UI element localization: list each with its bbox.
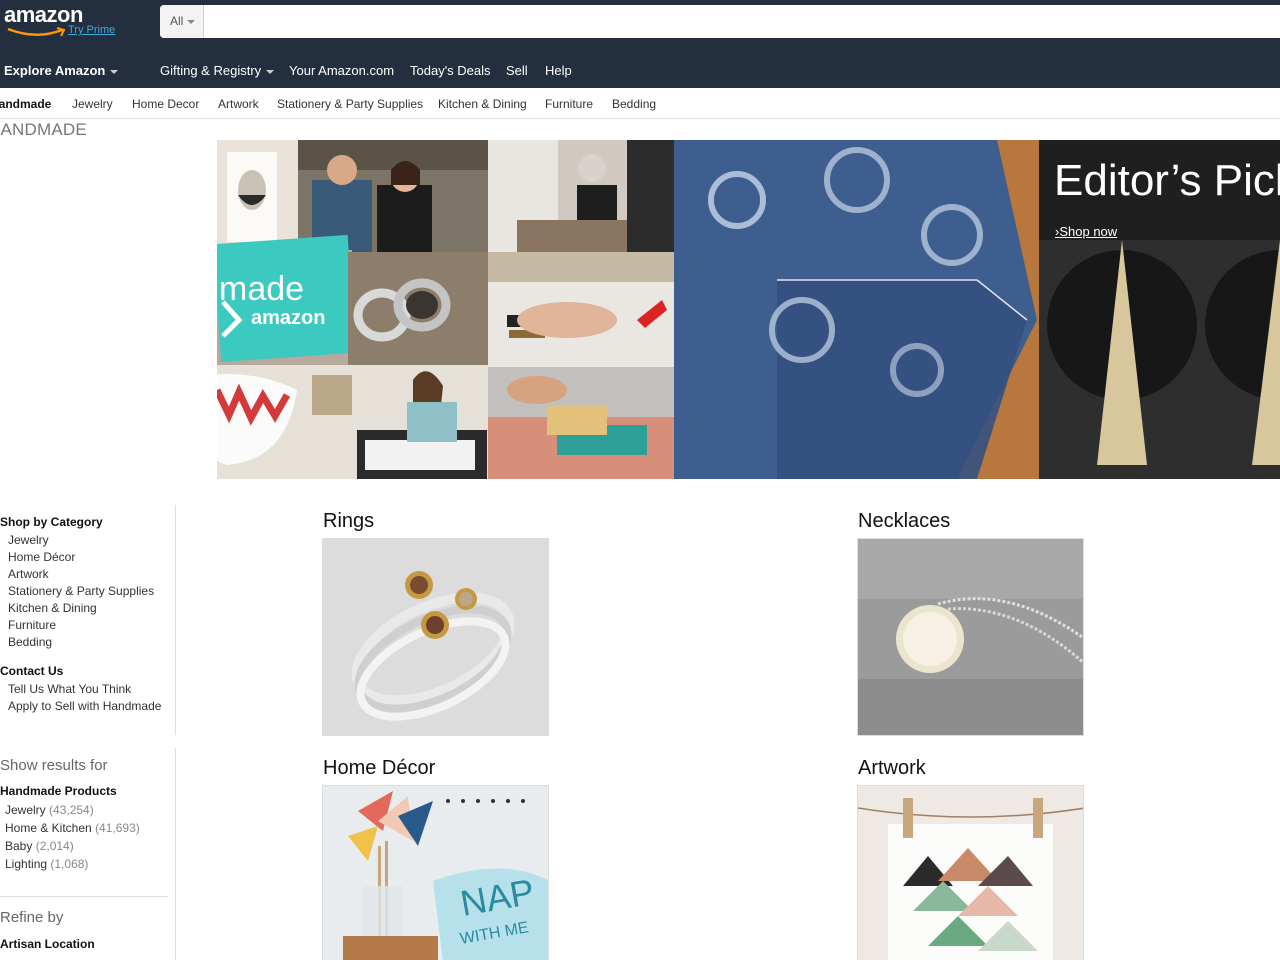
- necklace-photo: [858, 539, 1083, 735]
- category-image-home-decor[interactable]: NAP WITH ME: [322, 785, 549, 960]
- svg-text:amazon: amazon: [251, 307, 325, 329]
- chevron-down-icon: [187, 19, 196, 24]
- subnav-kitchen-dining[interactable]: Kitchen & Dining: [438, 97, 527, 111]
- amazon-logo[interactable]: amazon Try Prime: [4, 2, 124, 38]
- search-category-dropdown[interactable]: All: [160, 5, 204, 38]
- sidebar-item-stationery[interactable]: Stationery & Party Supplies: [8, 584, 154, 598]
- nav-gifting-registry[interactable]: Gifting & Registry: [160, 63, 275, 78]
- category-subnav: Handmade Jewelry Home Decor Artwork Stat…: [0, 88, 1280, 119]
- sidebar-item-home-decor[interactable]: Home Décor: [8, 550, 75, 564]
- search-bar: All: [160, 5, 1280, 38]
- explore-amazon-label: Explore Amazon: [4, 63, 106, 78]
- result-count: (1,068): [50, 857, 89, 871]
- sidebar-item-kitchen-dining[interactable]: Kitchen & Dining: [8, 601, 97, 615]
- chevron-down-icon: [110, 69, 119, 74]
- result-label: Jewelry: [5, 803, 46, 817]
- category-image-necklaces[interactable]: [857, 538, 1084, 736]
- sidebar-categories-box: Shop by Category Jewelry Home Décor Artw…: [0, 505, 176, 735]
- hero-banner[interactable]: made amazon Editor’s Pick ›Shop now: [217, 140, 1280, 479]
- result-home-kitchen[interactable]: Home & Kitchen (41,693): [5, 821, 140, 835]
- subnav-stationery[interactable]: Stationery & Party Supplies: [277, 97, 423, 111]
- subnav-handmade[interactable]: Handmade: [0, 97, 51, 111]
- nav-your-amazon[interactable]: Your Amazon.com: [289, 63, 394, 78]
- svg-text:made: made: [219, 270, 304, 308]
- result-count: (41,693): [95, 821, 140, 835]
- result-label: Lighting: [5, 857, 48, 871]
- sidebar-item-artwork[interactable]: Artwork: [8, 567, 49, 581]
- handmade-products-heading[interactable]: Handmade Products: [0, 784, 117, 798]
- editors-pick-title: Editor’s Pick: [1054, 156, 1280, 205]
- search-input[interactable]: [206, 5, 1276, 38]
- subnav-home-decor[interactable]: Home Decor: [132, 97, 199, 111]
- category-image-rings[interactable]: [322, 538, 549, 736]
- tell-us-link[interactable]: Tell Us What You Think: [8, 682, 131, 696]
- top-header: amazon Try Prime All Explore Amazon Gift…: [0, 0, 1280, 88]
- result-jewelry[interactable]: Jewelry (43,254): [5, 803, 94, 817]
- page-title: HANDMADE: [0, 120, 87, 139]
- nav-gifting-label: Gifting & Registry: [160, 63, 262, 78]
- nav-help[interactable]: Help: [545, 63, 572, 78]
- home-decor-photo: NAP WITH ME: [323, 786, 548, 960]
- sidebar-item-furniture[interactable]: Furniture: [8, 618, 56, 632]
- shop-by-category-heading: Shop by Category: [0, 515, 103, 529]
- chevron-down-icon: [266, 69, 275, 74]
- sidebar-divider: [0, 896, 168, 897]
- smile-icon: [7, 27, 66, 37]
- result-count: (43,254): [49, 803, 94, 817]
- artwork-photo: [858, 786, 1083, 960]
- nav-todays-deals[interactable]: Today's Deals: [410, 63, 491, 78]
- rings-photo: [323, 539, 548, 735]
- sidebar-item-jewelry[interactable]: Jewelry: [8, 533, 49, 547]
- result-lighting[interactable]: Lighting (1,068): [5, 857, 88, 871]
- category-title-home-decor[interactable]: Home Décor: [323, 757, 435, 780]
- sidebar-filters-box: Show results for Handmade Products Jewel…: [0, 748, 176, 960]
- artisan-location-heading: Artisan Location: [0, 937, 95, 951]
- category-image-artwork[interactable]: [857, 785, 1084, 960]
- refine-by-heading: Refine by: [0, 909, 64, 926]
- category-title-necklaces[interactable]: Necklaces: [858, 510, 950, 533]
- shop-now-link[interactable]: ›Shop now: [1055, 224, 1117, 239]
- result-count: (2,014): [35, 839, 74, 853]
- search-category-label: All: [170, 14, 184, 28]
- category-title-rings[interactable]: Rings: [323, 510, 374, 533]
- nav-sell[interactable]: Sell: [506, 63, 528, 78]
- apply-to-sell-link[interactable]: Apply to Sell with Handmade: [8, 699, 161, 713]
- try-prime-link[interactable]: Try Prime: [68, 24, 115, 36]
- result-baby[interactable]: Baby (2,014): [5, 839, 74, 853]
- sidebar-item-bedding[interactable]: Bedding: [8, 635, 52, 649]
- subnav-artwork[interactable]: Artwork: [218, 97, 259, 111]
- category-title-artwork[interactable]: Artwork: [858, 757, 926, 780]
- subnav-furniture[interactable]: Furniture: [545, 97, 593, 111]
- result-label: Home & Kitchen: [5, 821, 92, 835]
- explore-amazon-menu[interactable]: Explore Amazon: [4, 63, 119, 78]
- contact-us-heading: Contact Us: [0, 664, 64, 678]
- show-results-heading: Show results for: [0, 757, 108, 774]
- subnav-bedding[interactable]: Bedding: [612, 97, 656, 111]
- shop-now-label: Shop now: [1059, 224, 1118, 239]
- result-label: Baby: [5, 839, 33, 853]
- subnav-jewelry[interactable]: Jewelry: [72, 97, 113, 111]
